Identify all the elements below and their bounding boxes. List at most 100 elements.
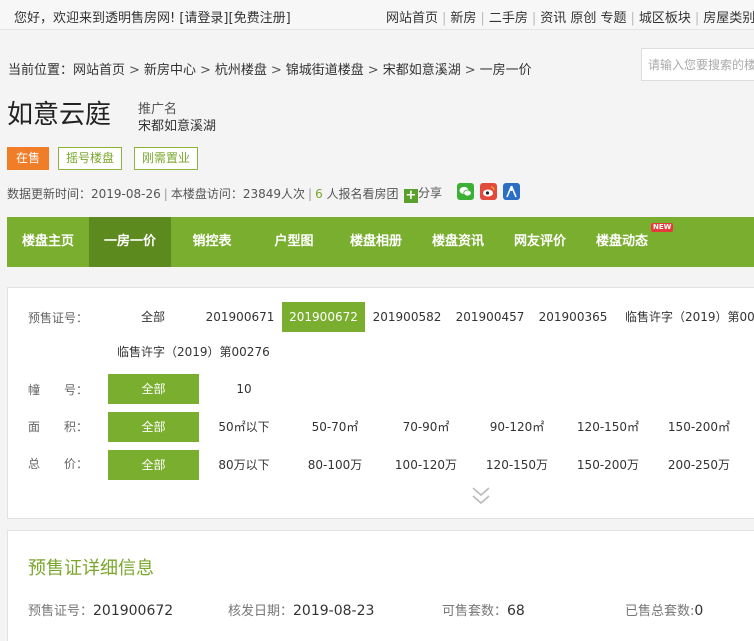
signup-count: 6 xyxy=(315,187,323,201)
detail-date: 核发日期：2019-08-23 xyxy=(228,600,374,619)
permit-option[interactable]: 全部 xyxy=(122,302,184,332)
breadcrumb-separator: > xyxy=(367,63,379,78)
divider: | xyxy=(630,11,635,26)
price-option-selected[interactable]: 全部 xyxy=(108,450,199,480)
breadcrumb-item[interactable]: 杭州楼盘 xyxy=(215,63,267,78)
permit-option[interactable]: 201900671 xyxy=(200,302,280,332)
meta-info: 数据更新时间：2019-08-26 | 本楼盘访问：23849人次 | 6 人报名看房团 xyxy=(7,185,399,202)
detail-permit-label: 预售证号： xyxy=(28,604,94,619)
detail-sold-value: 0 xyxy=(694,603,704,619)
welcome-message: 您好，欢迎来到透明售房网! xyxy=(14,11,176,26)
breadcrumb-item[interactable]: 新房中心 xyxy=(144,63,196,78)
expand-chevron-icon[interactable] xyxy=(466,485,496,511)
building-option[interactable]: 10 xyxy=(220,374,268,404)
tab-floor-plans[interactable]: 户型图 xyxy=(253,217,335,267)
signup-text: 人报名看房团 xyxy=(322,187,399,201)
tag-lottery: 摇号楼盘 xyxy=(58,147,123,170)
login-link[interactable]: [请登录] xyxy=(179,11,228,26)
detail-sold: 已售总套数:0 xyxy=(625,600,703,619)
share-button[interactable]: + 分享 xyxy=(404,184,442,203)
price-option[interactable]: 80-100万 xyxy=(294,450,376,480)
plus-icon: + xyxy=(404,188,418,203)
tab-news[interactable]: 楼盘资讯 xyxy=(417,217,499,267)
renren-icon[interactable] xyxy=(503,183,520,200)
breadcrumb-item[interactable]: 锦城街道楼盘 xyxy=(286,63,364,78)
weibo-icon[interactable] xyxy=(480,183,497,200)
main-nav: 楼盘主页 一房一价 销控表 户型图 楼盘相册 楼盘资讯 网友评价 楼盘动态 NE… xyxy=(7,217,754,267)
breadcrumb-item[interactable]: 宋都如意溪湖 xyxy=(383,63,461,78)
detail-permit: 预售证号：201900672 xyxy=(28,600,173,619)
permit-option-selected[interactable]: 201900672 xyxy=(282,302,365,332)
building-filter-label: 幢 号： xyxy=(28,383,89,397)
breadcrumb: 当前位置：网站首页 > 新房中心 > 杭州楼盘 > 锦城街道楼盘 > 宋都如意溪湖 > 一房一价 xyxy=(8,59,532,78)
status-badge: 在售 xyxy=(7,147,49,170)
breadcrumb-separator: > xyxy=(464,63,476,78)
visits-count: 23849人次 xyxy=(242,187,306,201)
area-option[interactable]: 50-70㎡ xyxy=(294,412,376,442)
detail-available-label: 可售套数： xyxy=(442,604,508,619)
top-nav-home[interactable]: 网站首页 xyxy=(386,11,438,26)
detail-available: 可售套数：68 xyxy=(442,600,525,619)
area-option[interactable]: 90-120㎡ xyxy=(476,412,558,442)
detail-date-value: 2019-08-23 xyxy=(293,603,375,619)
tab-album[interactable]: 楼盘相册 xyxy=(335,217,417,267)
tag-first-home: 刚需置业 xyxy=(134,147,199,170)
divider: | xyxy=(694,11,700,26)
tab-sales-control[interactable]: 销控表 xyxy=(171,217,253,267)
top-nav-secondhand[interactable]: 二手房 xyxy=(489,11,528,26)
divider: | xyxy=(442,11,447,26)
detail-title: 预售证详细信息 xyxy=(28,558,154,579)
search-box xyxy=(641,48,754,81)
detail-permit-value: 201900672 xyxy=(93,603,174,619)
price-option[interactable]: 200-250万 xyxy=(658,450,740,480)
top-nav-news[interactable]: 资讯 原创 专题 xyxy=(540,11,626,26)
price-option[interactable]: 100-120万 xyxy=(385,450,467,480)
new-badge: NEW xyxy=(651,223,674,232)
top-nav: 网站首页|新房|二手房|资讯 原创 专题|城区板块|房屋类别|透 xyxy=(386,7,754,26)
register-link[interactable]: [免费注册] xyxy=(229,11,291,26)
area-filter-label: 面 积： xyxy=(28,420,89,434)
breadcrumb-item[interactable]: 网站首页 xyxy=(73,63,125,78)
tab-reviews[interactable]: 网友评价 xyxy=(499,217,581,267)
area-option[interactable]: 50㎡以下 xyxy=(203,412,285,442)
breadcrumb-separator: > xyxy=(129,63,140,78)
top-nav-district[interactable]: 城区板块 xyxy=(639,11,691,26)
welcome-text: 您好，欢迎来到透明售房网! [请登录][免费注册] xyxy=(14,7,291,26)
tab-home[interactable]: 楼盘主页 xyxy=(7,217,89,267)
update-date: 2019-08-26 xyxy=(91,187,161,201)
price-option[interactable]: 80万以下 xyxy=(203,450,285,480)
divider: | xyxy=(480,11,485,26)
top-bar: 您好，欢迎来到透明售房网! [请登录][免费注册] 网站首页 | 新房 | 二手房 | 资讯… xyxy=(0,0,754,30)
promo-name: 宋都如意溪湖 xyxy=(138,119,217,134)
area-option[interactable]: 70-90㎡ xyxy=(385,412,467,442)
price-filter-label: 总 价： xyxy=(28,457,89,471)
permit-filter-label: 预售证号： xyxy=(28,311,89,325)
tab-price-list[interactable]: 一房一价 xyxy=(89,217,171,267)
share-label: 分享 xyxy=(418,186,443,200)
top-nav-category[interactable]: 房屋类别 xyxy=(703,11,754,26)
permit-option[interactable]: 201900365 xyxy=(533,302,613,332)
divider: | xyxy=(531,11,537,26)
price-option[interactable]: 120-150万 xyxy=(476,450,558,480)
top-nav-new[interactable]: 新房 xyxy=(450,11,476,26)
breadcrumb-separator: > xyxy=(199,63,211,78)
area-option-selected[interactable]: 全部 xyxy=(108,412,199,442)
visits-label: 本楼盘访问： xyxy=(170,187,243,201)
area-option[interactable]: 150-200㎡ xyxy=(658,412,740,442)
divider: | xyxy=(308,187,313,201)
permit-option[interactable]: 临售许字（2019）第00276 xyxy=(117,337,270,367)
building-option-selected[interactable]: 全部 xyxy=(108,374,199,404)
breadcrumb-separator: > xyxy=(270,63,282,78)
permit-option[interactable]: 临售许字（2019）第002 xyxy=(625,302,754,332)
permit-detail-panel xyxy=(7,530,754,641)
update-label: 数据更新时间： xyxy=(7,187,92,201)
permit-option[interactable]: 201900457 xyxy=(450,302,530,332)
breadcrumb-current: 一房一价 xyxy=(479,63,532,78)
price-option[interactable]: 150-200万 xyxy=(567,450,649,480)
detail-date-label: 核发日期： xyxy=(228,604,294,619)
wechat-icon[interactable] xyxy=(457,183,474,200)
search-input[interactable] xyxy=(642,49,754,80)
breadcrumb-prefix: 当前位置： xyxy=(8,63,74,78)
permit-option[interactable]: 201900582 xyxy=(367,302,447,332)
area-option[interactable]: 120-150㎡ xyxy=(567,412,649,442)
